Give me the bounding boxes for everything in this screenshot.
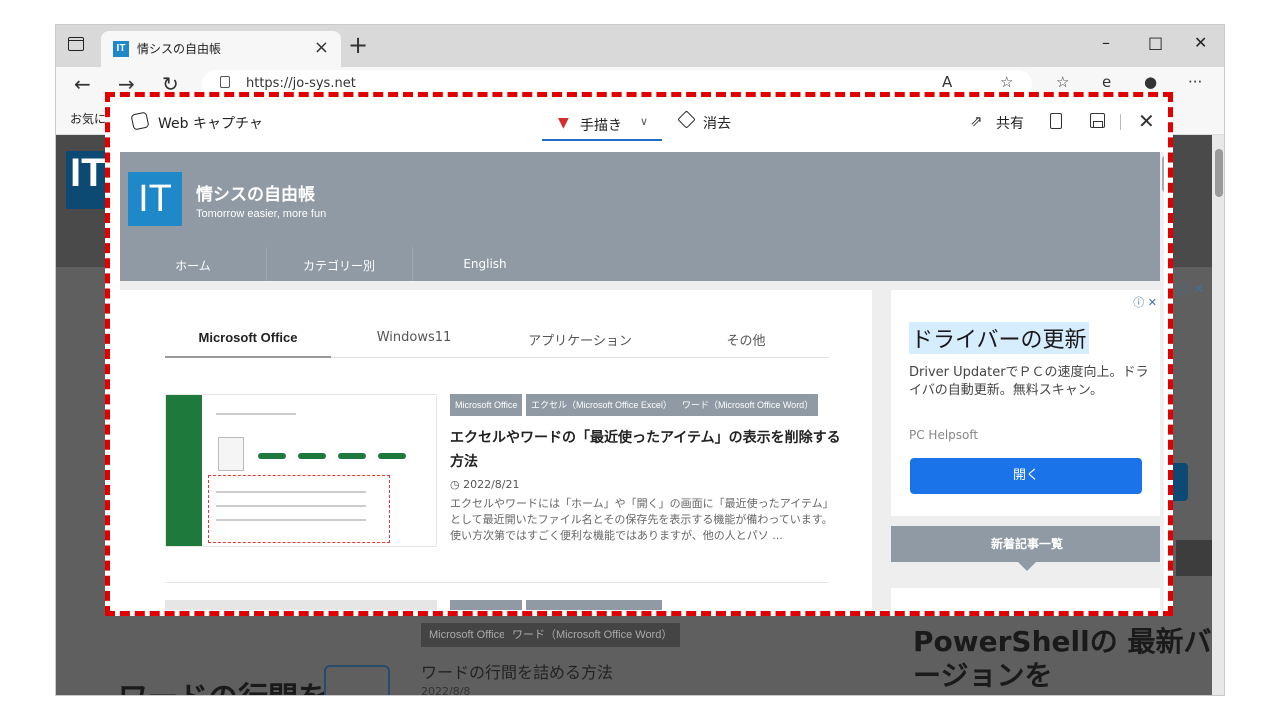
new-articles-list — [891, 588, 1163, 610]
background-ad-info-icon: ⓘ ✕ — [1178, 282, 1204, 296]
profile-icon[interactable]: ● — [1144, 73, 1157, 91]
lock-icon[interactable] — [220, 76, 230, 88]
eraser-icon[interactable] — [677, 110, 696, 129]
close-capture-icon[interactable]: ✕ — [1138, 109, 1155, 133]
site-tagline: Tomorrow easier, more fun — [196, 208, 327, 220]
background-image — [324, 665, 390, 695]
web-capture-title: Web キャプチャ — [158, 116, 263, 132]
background-heading: ワードの行間を — [118, 673, 328, 695]
thumbnail-bar — [258, 453, 286, 459]
nav-item-categories[interactable]: カテゴリー別 — [266, 257, 412, 274]
next-article-tag — [526, 600, 662, 610]
tab-other[interactable]: その他 — [663, 330, 829, 349]
background-ps-heading: PowerShellの 最新バージョンを — [913, 625, 1212, 692]
minimize-icon[interactable]: – — [1102, 33, 1110, 52]
thumbnail-bar — [378, 453, 406, 459]
thumbnail-line — [216, 505, 366, 507]
capture-scrollbar-thumb[interactable] — [1162, 156, 1164, 192]
chevron-down-icon[interactable]: ∨ — [640, 115, 648, 128]
tab-actions-icon[interactable] — [68, 37, 84, 51]
article-thumbnail[interactable] — [165, 394, 437, 547]
site-nav: ホーム カテゴリー別 English — [120, 247, 1164, 281]
add-favorite-icon[interactable]: ☆ — [1000, 73, 1013, 91]
article-excerpt: エクセルやワードには「ホーム」や「開く」の画面に「最近使ったアイテム」として最近… — [450, 497, 834, 542]
back-icon[interactable]: ← — [74, 72, 91, 96]
article-date: ◷ 2022/8/21 — [450, 478, 520, 491]
category-tag[interactable]: Microsoft Office — [450, 394, 523, 416]
toolbar-divider — [1120, 114, 1121, 130]
main-content: Microsoft Office Windows11 アプリケーション その他 … — [120, 290, 872, 610]
edge-icon[interactable]: e — [1102, 73, 1111, 91]
page-scrollbar[interactable] — [1212, 135, 1224, 695]
close-tab-icon[interactable]: × — [314, 37, 329, 58]
site-favicon-icon: IT — [113, 41, 129, 57]
tab-applications[interactable]: アプリケーション — [497, 330, 663, 349]
captured-page: IT 情シスの自由帳 Tomorrow easier, more fun ホーム… — [120, 152, 1164, 610]
browser-tab[interactable]: IT 情シスの自由帳 × — [101, 31, 341, 67]
category-tag[interactable]: エクセル（Microsoft Office Excel） — [526, 394, 677, 416]
background-tag: Microsoft Office — [421, 623, 514, 647]
ad-brand: PC Helpsoft — [909, 428, 979, 442]
tab-microsoft-office[interactable]: Microsoft Office — [165, 330, 331, 345]
tab-active-indicator — [165, 356, 331, 358]
thumbnail-line — [216, 491, 366, 493]
article-divider — [165, 582, 829, 583]
pen-icon: ▼ — [558, 115, 569, 131]
background-ad-button — [1172, 463, 1188, 501]
save-icon[interactable] — [1090, 113, 1105, 128]
article-title[interactable]: エクセルやワードの「最近使ったアイテム」の表示を削除する方法 — [450, 426, 850, 474]
erase-label[interactable]: 消去 — [703, 113, 731, 133]
ad-title[interactable]: ドライバーの更新 — [909, 322, 1089, 354]
next-article-tag — [450, 600, 522, 610]
thumbnail-bar — [338, 453, 366, 459]
ad-open-button[interactable]: 開く — [910, 458, 1142, 494]
maximize-icon[interactable]: □ — [1148, 33, 1163, 52]
thumbnail-highlight — [208, 475, 390, 543]
web-capture-toolbar: Web キャプチャ ▼ 手描き ∨ 消去 ⇗ 共有 ✕ — [110, 97, 1168, 149]
read-aloud-icon[interactable]: A — [942, 73, 952, 91]
article-date-value: 2022/8/21 — [463, 478, 520, 491]
category-tag[interactable]: ワード（Microsoft Office Word） — [677, 394, 819, 416]
thumbnail-line — [216, 519, 366, 521]
site-logo[interactable]: IT — [128, 172, 182, 226]
next-article-thumbnail — [165, 600, 437, 610]
ad-text: Driver UpdaterでＰＣの速度向上。ドライバの自動更新。無料スキャン。 — [909, 365, 1149, 398]
thumbnail-line — [216, 413, 296, 415]
background-logo: IT — [66, 151, 106, 209]
nav-item-english[interactable]: English — [412, 257, 558, 271]
close-window-icon[interactable]: ✕ — [1194, 33, 1207, 52]
site-header: IT 情シスの自由帳 Tomorrow easier, more fun — [120, 152, 1164, 247]
tab-strip: IT 情シスの自由帳 × + – □ ✕ — [56, 25, 1224, 67]
draw-button[interactable]: ▼ 手描き ∨ — [542, 105, 662, 141]
draw-label: 手描き — [580, 118, 622, 134]
thumbnail-sidebar — [166, 395, 202, 546]
favorites-icon[interactable]: ☆ — [1056, 73, 1069, 91]
background-tag: ワード（Microsoft Office Word） — [504, 623, 681, 647]
thumbnail-card — [218, 437, 244, 471]
share-icon[interactable]: ⇗ — [970, 112, 983, 130]
more-icon[interactable]: ··· — [1188, 73, 1202, 91]
background-article-title: ワードの行間を詰める方法 — [421, 663, 614, 682]
web-capture-icon — [130, 111, 150, 131]
tab-windows11[interactable]: Windows11 — [331, 330, 497, 345]
tab-title: 情シスの自由帳 — [137, 42, 222, 56]
share-label[interactable]: 共有 — [996, 113, 1024, 133]
capture-page-scrollbar[interactable] — [1160, 152, 1164, 610]
new-articles-heading: 新着記事一覧 — [891, 526, 1163, 562]
background-article-date: 2022/8/8 — [421, 685, 471, 696]
web-capture-region[interactable]: Web キャプチャ ▼ 手描き ∨ 消去 ⇗ 共有 ✕ IT 情シスの自由帳 T… — [105, 92, 1173, 616]
thumbnail-bar — [298, 453, 326, 459]
nav-item-home[interactable]: ホーム — [120, 257, 266, 274]
new-articles-arrow — [1018, 562, 1036, 571]
sidebar-ad[interactable]: ⓘ ✕ ドライバーの更新 Driver UpdaterでＰＣの速度向上。ドライバ… — [891, 290, 1163, 516]
copy-icon[interactable] — [1050, 113, 1062, 129]
ad-info-icon[interactable]: ⓘ ✕ — [1133, 294, 1157, 310]
url-text: https://jo-sys.net — [246, 76, 356, 91]
site-name[interactable]: 情シスの自由帳 — [196, 180, 315, 205]
new-tab-icon[interactable]: + — [348, 32, 368, 58]
background-news-block — [1176, 540, 1212, 576]
scrollbar-thumb[interactable] — [1215, 149, 1223, 197]
